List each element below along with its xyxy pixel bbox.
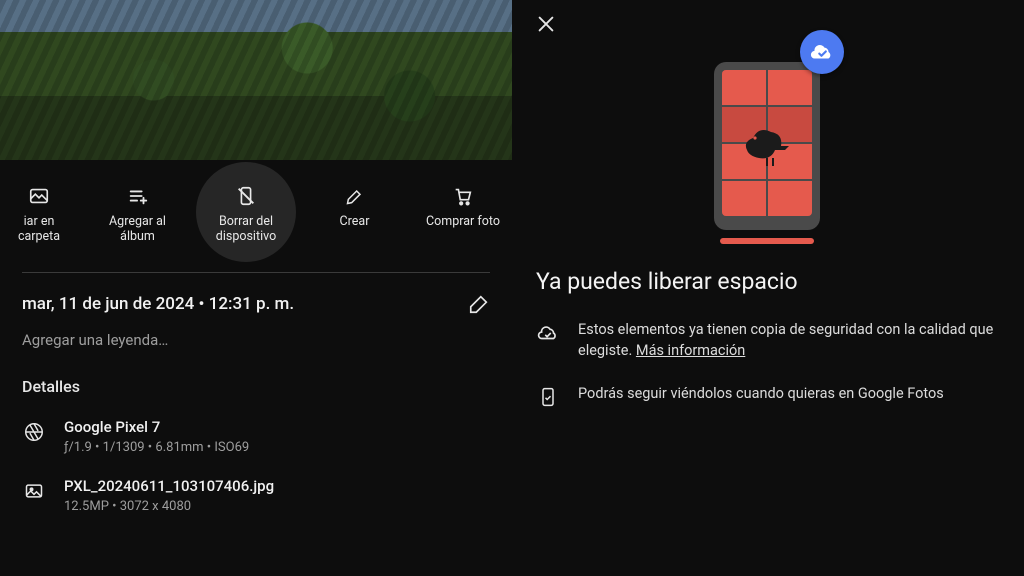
bird-icon bbox=[739, 120, 795, 166]
aperture-icon bbox=[22, 420, 46, 444]
image-file-icon bbox=[22, 479, 46, 503]
device-meta: ƒ/1.9 • 1/1309 • 6.81mm • ISO69 bbox=[64, 440, 249, 455]
details-heading: Detalles bbox=[22, 377, 490, 396]
edit-date-button[interactable] bbox=[468, 293, 490, 315]
close-button[interactable] bbox=[532, 10, 560, 38]
caption-input[interactable]: Agregar una leyenda… bbox=[22, 331, 490, 349]
action-bar: iar en carpeta Agregar al álbum bbox=[0, 160, 512, 272]
delete-from-device-button[interactable]: Borrar del dispositivo bbox=[201, 168, 291, 244]
photo-detail-panel: iar en carpeta Agregar al álbum bbox=[0, 0, 512, 576]
brush-icon bbox=[343, 184, 367, 208]
action-label: Borrar del dispositivo bbox=[201, 214, 291, 244]
copy-to-folder-button[interactable]: iar en carpeta bbox=[4, 168, 74, 244]
buy-photo-button[interactable]: Comprar foto bbox=[418, 168, 508, 229]
create-button[interactable]: Crear bbox=[310, 168, 400, 229]
free-space-sheet: Ya puedes liberar espacio Estos elemento… bbox=[512, 0, 1024, 576]
cart-icon bbox=[451, 184, 475, 208]
device-name: Google Pixel 7 bbox=[64, 418, 249, 436]
backup-info-row: Estos elementos ya tienen copia de segur… bbox=[536, 319, 998, 361]
divider bbox=[22, 272, 490, 273]
still-viewable-row: Podrás seguir viéndolos cuando quieras e… bbox=[536, 383, 998, 409]
phone-remove-icon bbox=[234, 184, 258, 208]
photo-date: mar, 11 de jun de 2024 • 12:31 p. m. bbox=[22, 294, 294, 314]
phone-check-icon bbox=[536, 385, 560, 409]
action-label: Comprar foto bbox=[426, 214, 500, 229]
file-name: PXL_20240611_103107406.jpg bbox=[64, 477, 274, 495]
add-to-album-button[interactable]: Agregar al álbum bbox=[93, 168, 183, 244]
device-detail-row: Google Pixel 7 ƒ/1.9 • 1/1309 • 6.81mm •… bbox=[22, 418, 490, 455]
cloud-done-icon bbox=[536, 321, 560, 345]
sheet-title: Ya puedes liberar espacio bbox=[536, 268, 998, 295]
playlist-add-icon bbox=[126, 184, 150, 208]
file-meta: 12.5MP • 3072 x 4080 bbox=[64, 499, 274, 514]
image-icon bbox=[27, 184, 51, 208]
photo-preview[interactable] bbox=[0, 0, 512, 160]
action-label: Agregar al álbum bbox=[93, 214, 183, 244]
action-label: Crear bbox=[340, 214, 370, 229]
cloud-check-badge bbox=[800, 30, 844, 74]
phone-illustration bbox=[702, 44, 832, 244]
file-detail-row: PXL_20240611_103107406.jpg 12.5MP • 3072… bbox=[22, 477, 490, 514]
action-label: iar en carpeta bbox=[4, 214, 74, 244]
still-viewable-text: Podrás seguir viéndolos cuando quieras e… bbox=[578, 383, 944, 404]
more-info-link[interactable]: Más información bbox=[636, 342, 745, 359]
